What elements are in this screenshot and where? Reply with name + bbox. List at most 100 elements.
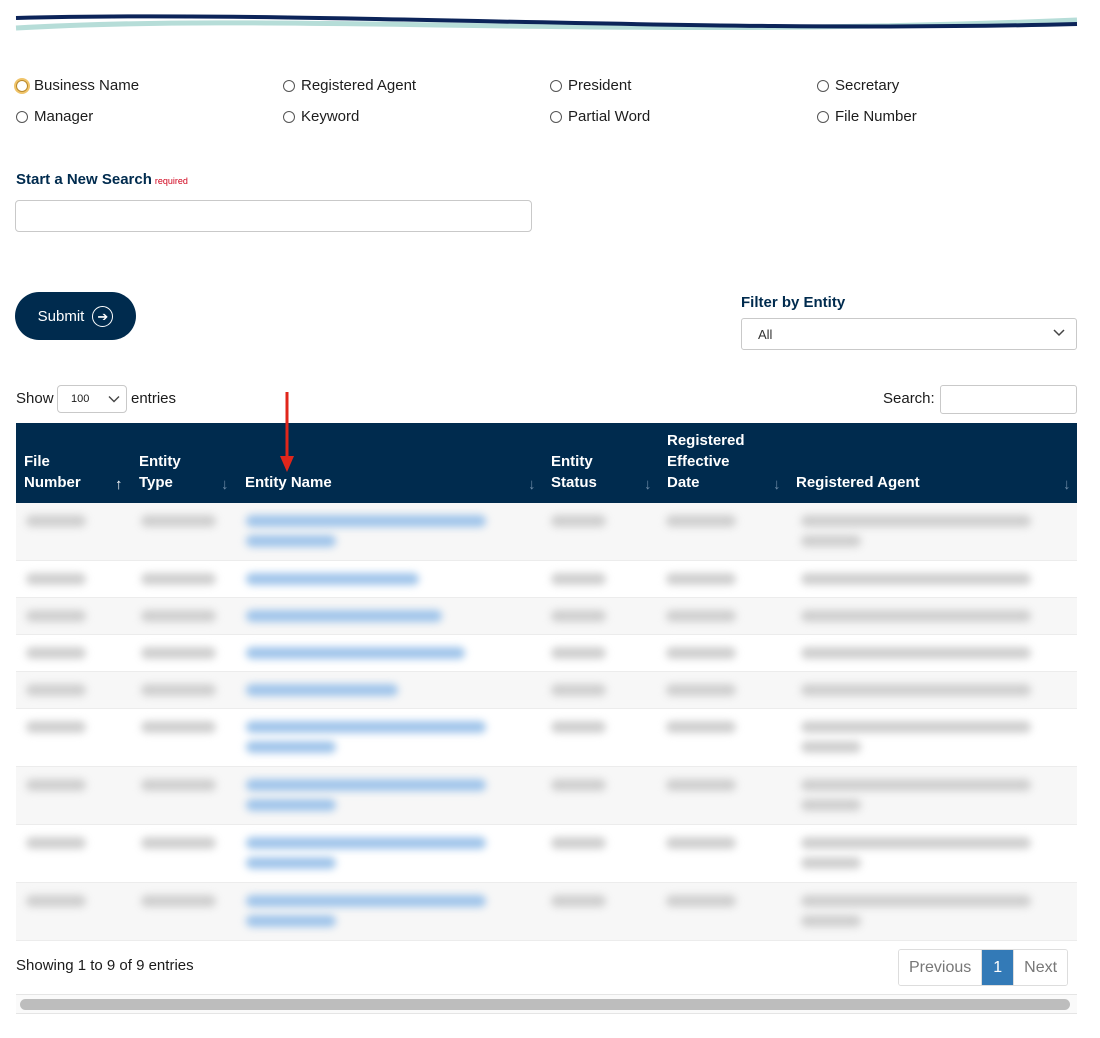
- redacted-cell: [801, 573, 1031, 585]
- redacted-cell: [26, 515, 86, 527]
- column-header-entity-name[interactable]: Entity Name: [245, 472, 332, 493]
- redacted-cell: [141, 837, 216, 849]
- redacted-cell: [801, 799, 861, 811]
- table-search-label: Search:: [883, 390, 935, 407]
- redacted-cell: [26, 573, 86, 585]
- redacted-cell: [551, 647, 606, 659]
- redacted-cell: [141, 684, 216, 696]
- column-header-entity-status[interactable]: Entity Status: [551, 451, 597, 493]
- redacted-cell: [551, 779, 606, 791]
- redacted-cell: [141, 895, 216, 907]
- submit-button[interactable]: Submit ➔: [15, 292, 136, 340]
- redacted-cell: [141, 721, 216, 733]
- redacted-cell: [666, 837, 736, 849]
- redacted-cell[interactable]: [246, 610, 442, 622]
- redacted-cell: [801, 915, 861, 927]
- radio-file-number[interactable]: File Number: [817, 108, 1084, 125]
- sort-asc-icon[interactable]: ↑: [115, 474, 123, 495]
- redacted-cell[interactable]: [246, 721, 486, 733]
- redacted-cell: [666, 647, 736, 659]
- results-table-header: File Number ↑ Entity Type ↓ Entity Name …: [16, 423, 1077, 503]
- redacted-cell[interactable]: [246, 684, 398, 696]
- column-header-registered-agent[interactable]: Registered Agent: [796, 472, 920, 493]
- radio-dot[interactable]: [16, 110, 28, 123]
- table-row: [16, 561, 1077, 598]
- results-table-body: [16, 503, 1077, 943]
- redacted-cell: [801, 535, 861, 547]
- header-wave-decoration: [0, 0, 1100, 40]
- scrollbar-thumb[interactable]: [20, 999, 1070, 1010]
- redacted-cell: [246, 915, 336, 927]
- redacted-cell[interactable]: [246, 573, 419, 585]
- sort-icon[interactable]: ↓: [1063, 474, 1071, 495]
- redacted-cell[interactable]: [246, 837, 486, 849]
- radio-dot[interactable]: [817, 110, 829, 123]
- table-row: [16, 635, 1077, 672]
- required-marker: required: [154, 176, 188, 186]
- redacted-cell: [666, 610, 736, 622]
- redacted-cell: [26, 610, 86, 622]
- radio-dot[interactable]: [16, 79, 28, 92]
- table-row: [16, 709, 1077, 767]
- redacted-cell: [551, 610, 606, 622]
- column-header-registered-effective-date[interactable]: Registered Effective Date: [667, 430, 745, 493]
- radio-business-name[interactable]: Business Name: [16, 77, 283, 94]
- redacted-cell: [26, 837, 86, 849]
- radio-president[interactable]: President: [550, 77, 817, 94]
- redacted-cell: [801, 857, 861, 869]
- redacted-cell: [666, 721, 736, 733]
- redacted-cell[interactable]: [246, 647, 465, 659]
- table-row: [16, 672, 1077, 709]
- radio-dot[interactable]: [550, 79, 562, 92]
- arrow-right-circle-icon: ➔: [92, 305, 114, 327]
- column-header-entity-type[interactable]: Entity Type: [139, 451, 181, 493]
- redacted-cell: [801, 741, 861, 753]
- table-search-input[interactable]: [940, 385, 1077, 414]
- redacted-cell: [246, 799, 336, 811]
- redacted-cell: [801, 779, 1031, 791]
- radio-dot[interactable]: [283, 110, 295, 123]
- radio-partial-word[interactable]: Partial Word: [550, 108, 817, 125]
- redacted-cell: [551, 895, 606, 907]
- redacted-cell: [801, 684, 1031, 696]
- pagination-page[interactable]: 1: [982, 950, 1014, 985]
- radio-row-1: Business Name Registered Agent President…: [16, 70, 1096, 101]
- page-size-select[interactable]: 100: [57, 385, 127, 413]
- sort-icon[interactable]: ↓: [773, 474, 781, 495]
- redacted-cell: [26, 647, 86, 659]
- table-row: [16, 767, 1077, 825]
- redacted-cell: [551, 721, 606, 733]
- filter-by-entity-label: Filter by Entity: [741, 294, 846, 311]
- table-row: [16, 825, 1077, 883]
- filter-by-entity-select[interactable]: All: [741, 318, 1077, 350]
- radio-dot[interactable]: [283, 79, 295, 92]
- radio-registered-agent[interactable]: Registered Agent: [283, 77, 550, 94]
- show-label: Show: [16, 390, 54, 407]
- redacted-cell: [666, 895, 736, 907]
- pagination-previous[interactable]: Previous: [899, 950, 983, 985]
- redacted-cell[interactable]: [246, 895, 486, 907]
- redacted-cell: [141, 515, 216, 527]
- horizontal-scrollbar[interactable]: [16, 994, 1077, 1014]
- redacted-cell[interactable]: [246, 779, 486, 791]
- redacted-cell: [26, 779, 86, 791]
- redacted-cell: [26, 721, 86, 733]
- sort-icon[interactable]: ↓: [221, 474, 229, 495]
- redacted-cell: [26, 684, 86, 696]
- radio-manager[interactable]: Manager: [16, 108, 283, 125]
- sort-icon[interactable]: ↓: [528, 474, 536, 495]
- column-header-file-number[interactable]: File Number: [24, 451, 81, 493]
- pagination-next[interactable]: Next: [1013, 950, 1068, 985]
- redacted-cell: [801, 610, 1031, 622]
- radio-dot[interactable]: [550, 110, 562, 123]
- new-search-input[interactable]: [15, 200, 532, 232]
- redacted-cell: [26, 895, 86, 907]
- sort-icon[interactable]: ↓: [644, 474, 652, 495]
- redacted-cell[interactable]: [246, 515, 486, 527]
- search-type-radio-group: Business Name Registered Agent President…: [16, 70, 1096, 132]
- radio-secretary[interactable]: Secretary: [817, 77, 1084, 94]
- radio-keyword[interactable]: Keyword: [283, 108, 550, 125]
- redacted-cell: [801, 895, 1031, 907]
- radio-dot[interactable]: [817, 79, 829, 92]
- redacted-cell: [666, 779, 736, 791]
